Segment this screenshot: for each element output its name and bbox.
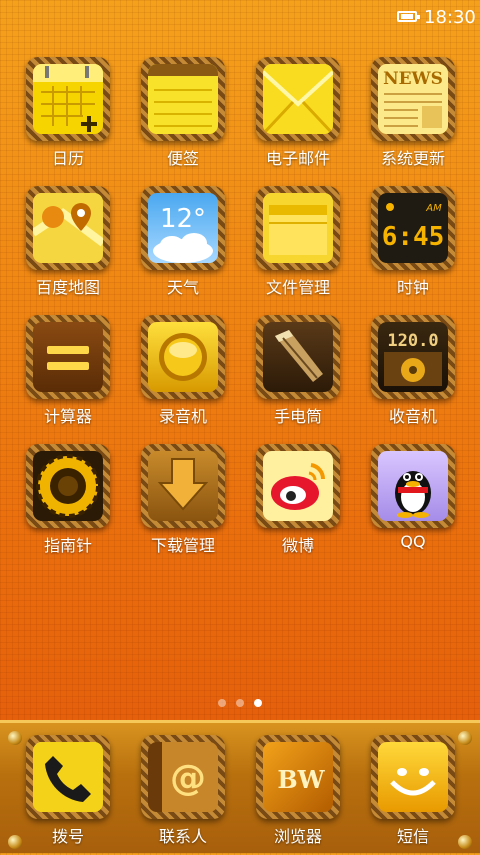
app-download-manager[interactable]: 下载管理 [128,444,238,564]
svg-text:NEWS: NEWS [383,69,443,89]
notes-icon [148,64,218,134]
app-label: 系统更新 [380,149,445,168]
dock-phone[interactable]: 拨号 [13,735,123,855]
app-compass[interactable]: 指南针 [13,444,123,564]
app-flashlight[interactable]: 手电筒 [243,315,353,435]
app-system-update[interactable]: NEWS 系统更新 [358,57,468,177]
map-pin-icon [33,193,103,263]
at-sign-icon: @ [170,758,206,799]
download-arrow-icon [157,458,209,511]
app-label: 联系人 [158,827,207,846]
app-label: 收音机 [388,407,437,426]
page-dot[interactable] [218,699,226,707]
app-baidu-map[interactable]: 百度地图 [13,186,123,306]
app-file-manager[interactable]: 文件管理 [243,186,353,306]
app-label: 短信 [396,827,429,846]
equals-icon [47,346,89,370]
svg-text:12°: 12° [160,204,206,234]
app-label: 百度地图 [35,278,100,297]
app-label: 文件管理 [265,278,330,297]
app-label: 电子邮件 [265,149,330,168]
app-email[interactable]: 电子邮件 [243,57,353,177]
app-weibo[interactable]: 微博 [243,444,353,564]
dock-browser[interactable]: BW 浏览器 [243,735,353,855]
news-icon: NEWS [378,64,448,134]
app-label: 微博 [281,536,314,555]
app-label: 日历 [51,149,84,168]
radio-icon: 120.0 [384,331,442,386]
app-label: 便签 [166,149,199,168]
app-recorder[interactable]: 录音机 [128,315,238,435]
app-label: 指南针 [43,536,92,555]
dock-contacts[interactable]: @ 联系人 [128,735,238,855]
envelope-icon [263,64,333,134]
app-label: 天气 [166,278,199,297]
browser-icon: BW [277,765,325,794]
page-dot-active[interactable] [254,699,262,707]
penguin-icon [395,471,431,518]
compass-icon [36,454,100,518]
page-indicator [218,699,262,709]
smiley-icon [390,768,436,796]
app-label: 下载管理 [150,536,215,555]
folder-icon [263,193,333,263]
app-label: 录音机 [158,407,207,426]
page-dot[interactable] [236,699,244,707]
svg-text:BW: BW [277,765,325,794]
flashlight-icon [275,330,323,382]
phone-icon [33,742,103,812]
weather-icon: 12° [153,204,213,263]
app-grid: 日历 便签 电子邮件 NEWS 系统更新 百度地图 12° 天气 文件管理 AM… [0,0,480,700]
calendar-icon [33,64,103,134]
svg-text:@: @ [170,758,206,799]
app-label: 计算器 [43,407,92,426]
svg-text:120.0: 120.0 [387,331,438,351]
app-calculator[interactable]: 计算器 [13,315,123,435]
dock: 拨号 @ 联系人 BW 浏览器 短信 [0,720,480,853]
app-qq[interactable]: QQ [358,444,468,564]
svg-text:6:45: 6:45 [382,222,445,252]
app-clock[interactable]: AM 6:45 时钟 [358,186,468,306]
app-label: QQ [400,532,426,551]
app-label: 手电筒 [273,407,322,426]
app-weather[interactable]: 12° 天气 [128,186,238,306]
app-radio[interactable]: 120.0 收音机 [358,315,468,435]
dock-sms[interactable]: 短信 [358,735,468,855]
app-label: 时钟 [396,278,429,297]
app-label: 浏览器 [273,827,322,846]
svg-text:AM: AM [425,203,442,214]
alarm-clock-icon: AM 6:45 [382,203,445,252]
record-icon [159,333,207,381]
app-label: 拨号 [51,827,84,846]
weibo-icon [271,463,326,510]
app-calendar[interactable]: 日历 [13,57,123,177]
app-notes[interactable]: 便签 [128,57,238,177]
